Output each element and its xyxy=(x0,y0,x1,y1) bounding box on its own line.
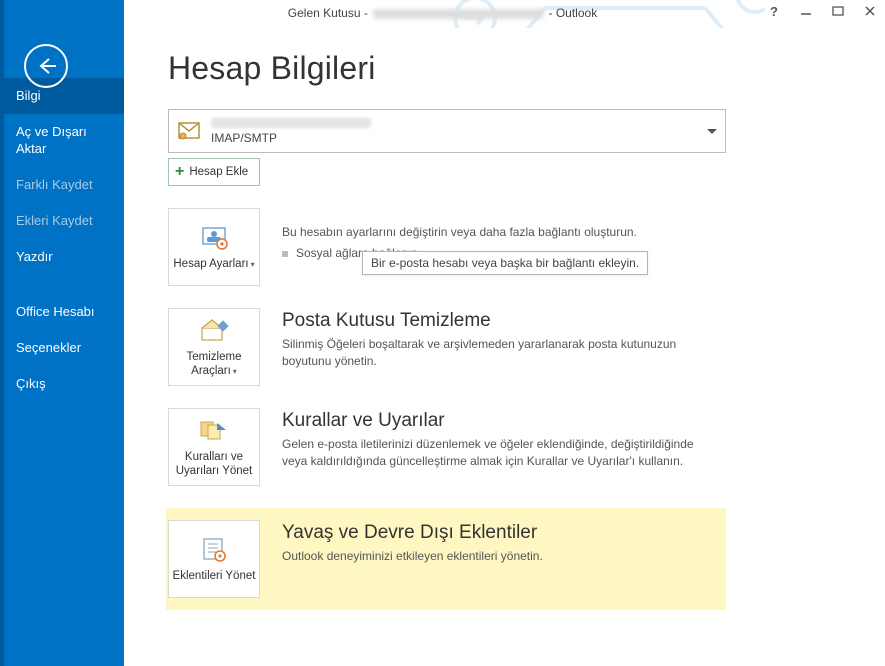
minimize-button[interactable] xyxy=(797,2,815,20)
sidebar-item-office-account[interactable]: Office Hesabı xyxy=(0,294,124,330)
redacted-email xyxy=(373,9,543,19)
account-type: IMAP/SMTP xyxy=(211,131,707,145)
section-title: Kurallar ve Uyarılar xyxy=(282,410,726,432)
close-button[interactable] xyxy=(861,2,879,20)
sidebar-item-exit[interactable]: Çıkış xyxy=(0,366,124,402)
window-title: Gelen Kutusu - - Outlook xyxy=(288,6,597,20)
back-button[interactable] xyxy=(24,44,68,88)
sidebar-item-label: Seçenekler xyxy=(16,340,81,355)
account-settings-icon xyxy=(198,225,230,251)
page-title: Hesap Bilgileri xyxy=(168,50,845,87)
plus-icon: + xyxy=(175,164,184,180)
account-text: IMAP/SMTP xyxy=(211,117,707,146)
account-settings-label: Hesap Ayarları▾ xyxy=(173,257,254,271)
sidebar-item-label: Farklı Kaydet xyxy=(16,177,93,192)
section-mailbox-cleanup: Temizleme Araçları▾ Posta Kutusu Temizle… xyxy=(168,308,726,386)
section-title: Yavaş ve Devre Dışı Eklentiler xyxy=(282,522,716,544)
account-selector[interactable]: IMAP/SMTP xyxy=(168,109,726,153)
section-body: Yavaş ve Devre Dışı Eklentiler Outlook d… xyxy=(282,520,716,565)
cleanup-icon xyxy=(198,318,230,344)
rules-label: Kuralları ve Uyarıları Yönet xyxy=(172,450,256,479)
sidebar-item-label: Ekleri Kaydet xyxy=(16,213,93,228)
sidebar-item-label: Çıkış xyxy=(16,376,46,391)
sidebar-item-print[interactable]: Yazdır xyxy=(0,239,124,275)
desc-line: Bu hesabın ayarlarını değiştirin veya da… xyxy=(282,224,712,241)
section-desc: Gelen e-posta iletilerinizi düzenlemek v… xyxy=(282,436,712,471)
sidebar-item-label: Aç ve Dışarı Aktar xyxy=(16,124,87,155)
sidebar-item-save-attachments: Ekleri Kaydet xyxy=(0,203,124,239)
chevron-down-icon xyxy=(707,124,717,138)
sidebar-item-label: Yazdır xyxy=(16,249,53,264)
section-body: Posta Kutusu Temizleme Silinmiş Öğeleri … xyxy=(282,308,726,371)
addins-label: Eklentileri Yönet xyxy=(173,569,256,583)
section-desc: Silinmiş Öğeleri boşaltarak ve arşivleme… xyxy=(282,336,712,371)
section-addins: Eklentileri Yönet Yavaş ve Devre Dışı Ek… xyxy=(166,508,726,610)
rules-icon xyxy=(198,418,230,444)
section-body: Kurallar ve Uyarılar Gelen e-posta ileti… xyxy=(282,408,726,471)
redacted-account-email xyxy=(211,118,371,128)
content-area: Hesap Bilgileri IMAP/SMTP + Hesap Ekle ı xyxy=(124,26,885,666)
cleanup-label: Temizleme Araçları▾ xyxy=(172,350,256,379)
add-account-tooltip: Bir e-posta hesabı veya başka bir bağlan… xyxy=(362,251,648,275)
rules-button[interactable]: Kuralları ve Uyarıları Yönet xyxy=(168,408,260,486)
bullet-icon xyxy=(282,251,288,257)
addins-icon xyxy=(198,537,230,563)
sidebar-item-label: Bilgi xyxy=(16,88,41,103)
title-suffix: - Outlook xyxy=(545,6,597,20)
cleanup-tools-button[interactable]: Temizleme Araçları▾ xyxy=(168,308,260,386)
window-controls: ? xyxy=(765,2,879,20)
account-settings-button[interactable]: Hesap Ayarları▾ xyxy=(168,208,260,286)
add-account-label: Hesap Ekle xyxy=(189,166,248,178)
title-bar: Gelen Kutusu - - Outlook ? xyxy=(0,0,885,26)
sidebar-item-info[interactable]: Bilgi xyxy=(0,78,124,114)
section-title: Posta Kutusu Temizleme xyxy=(282,310,726,332)
maximize-button[interactable] xyxy=(829,2,847,20)
sidebar-item-open-export[interactable]: Aç ve Dışarı Aktar xyxy=(0,114,124,167)
section-rules-alerts: Kuralları ve Uyarıları Yönet Kurallar ve… xyxy=(168,408,726,486)
sidebar-item-label: Office Hesabı xyxy=(16,304,95,319)
backstage-sidebar: Bilgi Aç ve Dışarı Aktar Farklı Kaydet E… xyxy=(0,26,124,666)
manage-addins-button[interactable]: Eklentileri Yönet xyxy=(168,520,260,598)
sidebar-edge xyxy=(0,0,4,666)
section-desc: Outlook deneyiminizi etkileyen eklentile… xyxy=(282,548,712,565)
help-button[interactable]: ? xyxy=(765,2,783,20)
add-account-button[interactable]: + Hesap Ekle xyxy=(168,158,260,186)
account-icon xyxy=(175,117,203,145)
sidebar-item-save-as: Farklı Kaydet xyxy=(0,167,124,203)
sidebar-item-options[interactable]: Seçenekler xyxy=(0,330,124,366)
title-prefix: Gelen Kutusu - xyxy=(288,6,371,20)
